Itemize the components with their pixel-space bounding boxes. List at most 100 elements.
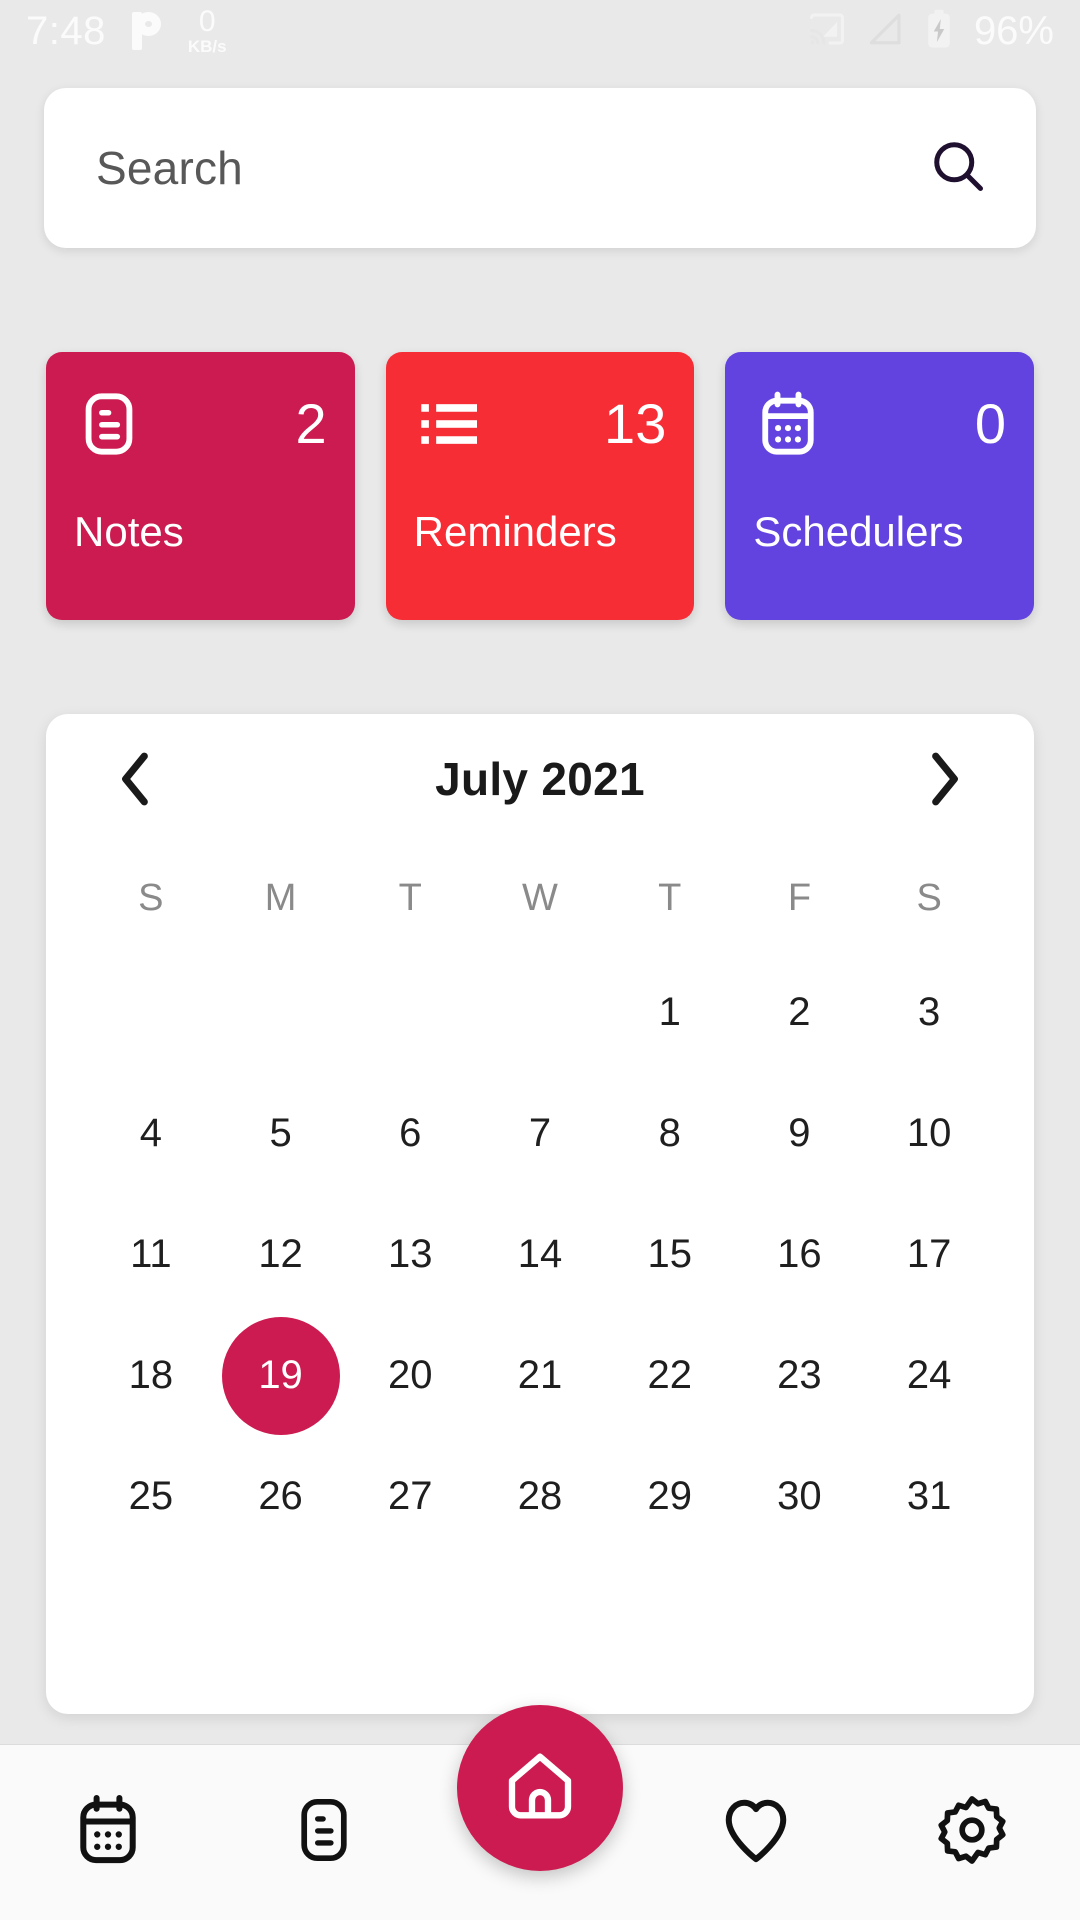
calendar-day-cell[interactable]: 30 — [735, 1436, 865, 1557]
calendar-day-cell[interactable]: 11 — [86, 1194, 216, 1315]
calendar-header: July 2021 — [86, 714, 994, 844]
calendar-day-cell[interactable]: 18 — [86, 1315, 216, 1436]
calendar-day-8[interactable]: 8 — [611, 1075, 729, 1193]
calendar-day-7[interactable]: 7 — [481, 1075, 599, 1193]
nav-item-notes[interactable] — [216, 1745, 432, 1920]
stat-card-schedulers[interactable]: 0 Schedulers — [725, 352, 1035, 620]
calendar-day-cell[interactable]: 1 — [605, 952, 735, 1073]
calendar-day-29[interactable]: 29 — [611, 1438, 729, 1556]
calendar-month-title: July 2021 — [435, 753, 645, 805]
calendar-day-empty — [92, 954, 210, 1072]
calendar-day-cell[interactable]: 10 — [864, 1073, 994, 1194]
calendar-icon — [753, 389, 823, 459]
calendar-day-cell[interactable]: 31 — [864, 1436, 994, 1557]
calendar-day-cell[interactable]: 25 — [86, 1436, 216, 1557]
calendar-day-cell[interactable]: 21 — [475, 1315, 605, 1436]
calendar-day-31[interactable]: 31 — [870, 1438, 988, 1556]
calendar-day-5[interactable]: 5 — [222, 1075, 340, 1193]
calendar-day-cell[interactable]: 4 — [86, 1073, 216, 1194]
calendar-day-10[interactable]: 10 — [870, 1075, 988, 1193]
heart-icon[interactable] — [718, 1792, 794, 1873]
calendar-day-17[interactable]: 17 — [870, 1196, 988, 1314]
calendar-day-cell[interactable]: 24 — [864, 1315, 994, 1436]
calendar-day-cell[interactable]: 27 — [345, 1436, 475, 1557]
calendar-day-18[interactable]: 18 — [92, 1317, 210, 1435]
calendar-day-15[interactable]: 15 — [611, 1196, 729, 1314]
home-fab-button[interactable] — [457, 1705, 623, 1871]
cell-signal-icon — [868, 12, 904, 51]
card-top-row: 0 — [753, 384, 1006, 464]
calendar-day-25[interactable]: 25 — [92, 1438, 210, 1556]
battery-percent: 96% — [973, 8, 1054, 53]
calendar-day-13[interactable]: 13 — [351, 1196, 469, 1314]
calendar-day-cell[interactable]: 6 — [345, 1073, 475, 1194]
search-bar[interactable]: Search — [44, 88, 1036, 248]
nav-item-favorites[interactable] — [648, 1745, 864, 1920]
calendar-day-14[interactable]: 14 — [481, 1196, 599, 1314]
calendar-day-16[interactable]: 16 — [740, 1196, 858, 1314]
gear-icon[interactable] — [934, 1792, 1010, 1873]
calendar-day-cell[interactable]: 14 — [475, 1194, 605, 1315]
calendar-day-cell[interactable]: 23 — [735, 1315, 865, 1436]
calendar-day-2[interactable]: 2 — [740, 954, 858, 1072]
calendar-day-cell[interactable]: 19 — [216, 1315, 346, 1436]
calendar-weekday-header: SMTWTFS — [86, 844, 994, 952]
calendar-day-12[interactable]: 12 — [222, 1196, 340, 1314]
calendar-day-1[interactable]: 1 — [611, 954, 729, 1072]
calendar-day-blank — [86, 952, 216, 1073]
calendar-day-30[interactable]: 30 — [740, 1438, 858, 1556]
calendar-day-cell[interactable]: 29 — [605, 1436, 735, 1557]
calendar-day-cell[interactable]: 3 — [864, 952, 994, 1073]
calendar-day-cell[interactable]: 26 — [216, 1436, 346, 1557]
calendar-day-24[interactable]: 24 — [870, 1317, 988, 1435]
calendar-day-cell[interactable]: 22 — [605, 1315, 735, 1436]
calendar-day-4[interactable]: 4 — [92, 1075, 210, 1193]
calendar-weekday-6: S — [916, 876, 942, 919]
network-speed-value: 0 — [198, 5, 216, 38]
calendar-day-cell[interactable]: 16 — [735, 1194, 865, 1315]
calendar-day-22[interactable]: 22 — [611, 1317, 729, 1435]
chevron-left-icon[interactable] — [108, 751, 164, 807]
calendar-day-cell[interactable]: 13 — [345, 1194, 475, 1315]
calendar-day-selected[interactable]: 19 — [221, 1316, 340, 1435]
calendar-day-23[interactable]: 23 — [740, 1317, 858, 1435]
status-bar: 7:48 0 KB/s 96% — [0, 0, 1080, 62]
note-document-icon[interactable] — [288, 1794, 360, 1871]
battery-charging-icon — [926, 9, 952, 54]
calendar-day-11[interactable]: 11 — [92, 1196, 210, 1314]
search-icon[interactable] — [928, 136, 988, 201]
chevron-right-icon[interactable] — [916, 751, 972, 807]
card-count: 2 — [295, 392, 327, 455]
calendar-day-cell[interactable]: 7 — [475, 1073, 605, 1194]
stat-card-notes[interactable]: 2 Notes — [46, 352, 355, 620]
calendar-day-27[interactable]: 27 — [351, 1438, 469, 1556]
calendar-day-cell[interactable]: 20 — [345, 1315, 475, 1436]
calendar-day-cell[interactable]: 2 — [735, 952, 865, 1073]
calendar-day-6[interactable]: 6 — [351, 1075, 469, 1193]
card-label: Schedulers — [753, 508, 964, 555]
calendar-day-3[interactable]: 3 — [870, 954, 988, 1072]
calendar-day-26[interactable]: 26 — [222, 1438, 340, 1556]
calendar-day-cell[interactable]: 9 — [735, 1073, 865, 1194]
pandora-icon — [131, 12, 162, 50]
home-icon[interactable] — [500, 1746, 580, 1831]
calendar-day-cell[interactable]: 12 — [216, 1194, 346, 1315]
stat-card-reminders[interactable]: 13 Reminders — [385, 352, 695, 620]
calendar-day-cell[interactable]: 5 — [216, 1073, 346, 1194]
calendar-day-cell[interactable]: 28 — [475, 1436, 605, 1557]
calendar-day-cell[interactable]: 8 — [605, 1073, 735, 1194]
calendar-day-9[interactable]: 9 — [740, 1075, 858, 1193]
calendar-weekday-0: S — [138, 876, 164, 919]
search-input[interactable]: Search — [96, 141, 928, 195]
calendar-weekday-3: W — [522, 876, 558, 919]
calendar-day-28[interactable]: 28 — [481, 1438, 599, 1556]
calendar-day-cell[interactable]: 17 — [864, 1194, 994, 1315]
nav-item-calendar[interactable] — [0, 1745, 216, 1920]
calendar-icon[interactable] — [70, 1792, 146, 1873]
calendar-day-cell[interactable]: 15 — [605, 1194, 735, 1315]
calendar-day-21[interactable]: 21 — [481, 1317, 599, 1435]
calendar-day-blank — [216, 952, 346, 1073]
card-count: 13 — [604, 392, 667, 455]
nav-item-settings[interactable] — [864, 1745, 1080, 1920]
calendar-day-20[interactable]: 20 — [351, 1317, 469, 1435]
